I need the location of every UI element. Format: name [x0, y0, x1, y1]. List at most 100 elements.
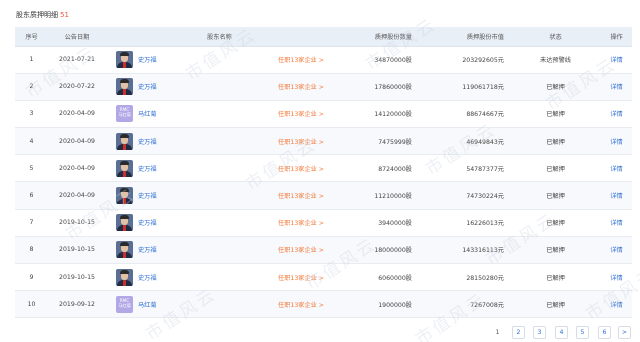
avatar[interactable] [116, 214, 133, 232]
table-row: 4 2020-04-09 史万福 任职13家企业 >7475999股 46949843元… [15, 127, 632, 156]
table-row: 2 2020-07-22 史万福 任职13家企业 >17860000股 11906171… [15, 73, 632, 101]
cell-date: 2020-04-09 [48, 181, 106, 210]
tenure-link[interactable]: 任职13家企业 > [278, 218, 333, 227]
avatar[interactable] [116, 241, 133, 259]
tenure-link[interactable]: 任职13家企业 > [278, 245, 333, 254]
page-button-1[interactable]: 1 [491, 326, 504, 339]
table-row: 9 2019-10-15 史万福 任职13家企业 >6060000股 28150280元… [15, 263, 632, 292]
holder-name-link[interactable]: 史万福 [138, 191, 157, 200]
detail-link[interactable]: 详情 [610, 139, 622, 146]
cell-shares: 11210000股 [333, 181, 418, 210]
detail-link[interactable]: 详情 [610, 220, 622, 227]
avatar[interactable]: RMC 马红菊 [116, 105, 133, 123]
next-page-button[interactable]: > [618, 326, 631, 339]
holder-name-link[interactable]: 史万福 [138, 164, 157, 173]
tenure-link[interactable]: 任职13家企业 > [278, 82, 333, 91]
cell-seq: 5 [15, 154, 48, 183]
column-header: 操作 [601, 27, 632, 47]
page-button-2[interactable]: 2 [512, 326, 525, 339]
column-header: 质押股份市值 [418, 27, 510, 47]
avatar[interactable] [116, 78, 133, 96]
holder-name-link[interactable]: 马红菊 [138, 109, 157, 118]
cell-holder: 史万福 任职13家企业 > [106, 154, 333, 183]
avatar[interactable] [116, 187, 133, 205]
cell-value: 46949843元 [418, 127, 510, 156]
holder-name-link[interactable]: 史万福 [138, 245, 157, 254]
column-header: 股东名称 [106, 27, 333, 47]
cell-shares: 7475999股 [333, 127, 418, 156]
tenure-link[interactable]: 任职13家企业 > [278, 137, 333, 146]
holder-name-link[interactable]: 马红菊 [138, 300, 157, 309]
cell-holder: RMC 马红菊 马红菊 任职13家企业 > [106, 290, 333, 319]
cell-value: 119061718元 [418, 73, 510, 101]
status-text: 已解押 [510, 236, 601, 265]
cell-seq: 3 [15, 100, 48, 129]
cell-date: 2019-10-15 [48, 209, 106, 237]
tenure-link[interactable]: 任职13家企业 > [278, 273, 333, 282]
cell-action: 详情 [601, 181, 632, 210]
cell-action: 详情 [601, 127, 632, 156]
cell-date: 2020-07-22 [48, 73, 106, 101]
avatar[interactable] [116, 51, 133, 69]
status-text: 已解押 [510, 290, 601, 319]
detail-link[interactable]: 详情 [610, 275, 622, 282]
avatar[interactable] [116, 132, 133, 150]
table-row: 8 2019-10-15 史万福 任职13家企业 >18000000股 14331611… [15, 236, 632, 265]
status-text: 已解押 [510, 263, 601, 292]
holder-name-link[interactable]: 史万福 [138, 55, 157, 64]
tenure-link[interactable]: 任职13家企业 > [278, 191, 333, 200]
status-text: 已解押 [510, 181, 601, 210]
status-text: 已解押 [510, 100, 601, 129]
holder-name-link[interactable]: 史万福 [138, 218, 157, 227]
cell-holder: 史万福 任职13家企业 > [106, 209, 333, 237]
tenure-link[interactable]: 任职13家企业 > [278, 109, 333, 118]
detail-link[interactable]: 详情 [610, 57, 622, 64]
cell-holder: 史万福 任职13家企业 > [106, 263, 333, 292]
detail-link[interactable]: 详情 [610, 84, 622, 91]
detail-link[interactable]: 详情 [610, 302, 622, 309]
holder-name-link[interactable]: 史万福 [138, 137, 157, 146]
cell-action: 详情 [601, 154, 632, 183]
cell-date: 2019-09-12 [48, 290, 106, 319]
cell-seq: 10 [15, 290, 48, 319]
detail-link[interactable]: 详情 [610, 166, 622, 173]
detail-link[interactable]: 详情 [610, 111, 622, 118]
cell-shares: 6060000股 [333, 263, 418, 292]
cell-action: 详情 [601, 73, 632, 101]
cell-action: 详情 [601, 46, 632, 74]
cell-shares: 8724000股 [333, 154, 418, 183]
cell-action: 详情 [601, 209, 632, 237]
status-text: 已解押 [510, 209, 601, 237]
status-text: 已解押 [510, 127, 601, 156]
table-row: 3 2020-04-09 RMC 马红菊 马红菊 任职13家企业 >14120000股 88… [15, 100, 632, 129]
page-button-6[interactable]: 6 [598, 326, 611, 339]
status-text: 未达预警线 [510, 46, 601, 74]
detail-link[interactable]: 详情 [610, 247, 622, 254]
detail-link[interactable]: 详情 [610, 193, 622, 200]
cell-holder: RMC 马红菊 马红菊 任职13家企业 > [106, 100, 333, 129]
cell-shares: 17860000股 [333, 73, 418, 101]
holder-name-link[interactable]: 史万福 [138, 82, 157, 91]
avatar[interactable] [116, 159, 133, 177]
tenure-link[interactable]: 任职13家企业 > [278, 164, 333, 173]
cell-shares: 3940000股 [333, 209, 418, 237]
avatar[interactable] [116, 268, 133, 286]
cell-seq: 1 [15, 46, 48, 74]
avatar[interactable]: RMC 马红菊 [116, 295, 133, 313]
cell-value: 203292605元 [418, 46, 510, 74]
page-button-5[interactable]: 5 [576, 326, 589, 339]
cell-action: 详情 [601, 236, 632, 265]
cell-holder: 史万福 任职13家企业 > [106, 236, 333, 265]
cell-shares: 14120000股 [333, 100, 418, 129]
column-header: 公告日期 [48, 27, 106, 47]
tenure-link[interactable]: 任职13家企业 > [278, 300, 333, 309]
cell-seq: 9 [15, 263, 48, 292]
page-button-4[interactable]: 4 [555, 326, 568, 339]
section-title: 股东质押明细 [16, 11, 58, 19]
page-button-3[interactable]: 3 [533, 326, 546, 339]
tenure-link[interactable]: 任职13家企业 > [278, 55, 333, 64]
cell-holder: 史万福 任职13家企业 > [106, 73, 333, 101]
holder-name-link[interactable]: 史万福 [138, 273, 157, 282]
cell-seq: 6 [15, 181, 48, 210]
cell-value: 88674667元 [418, 100, 510, 129]
